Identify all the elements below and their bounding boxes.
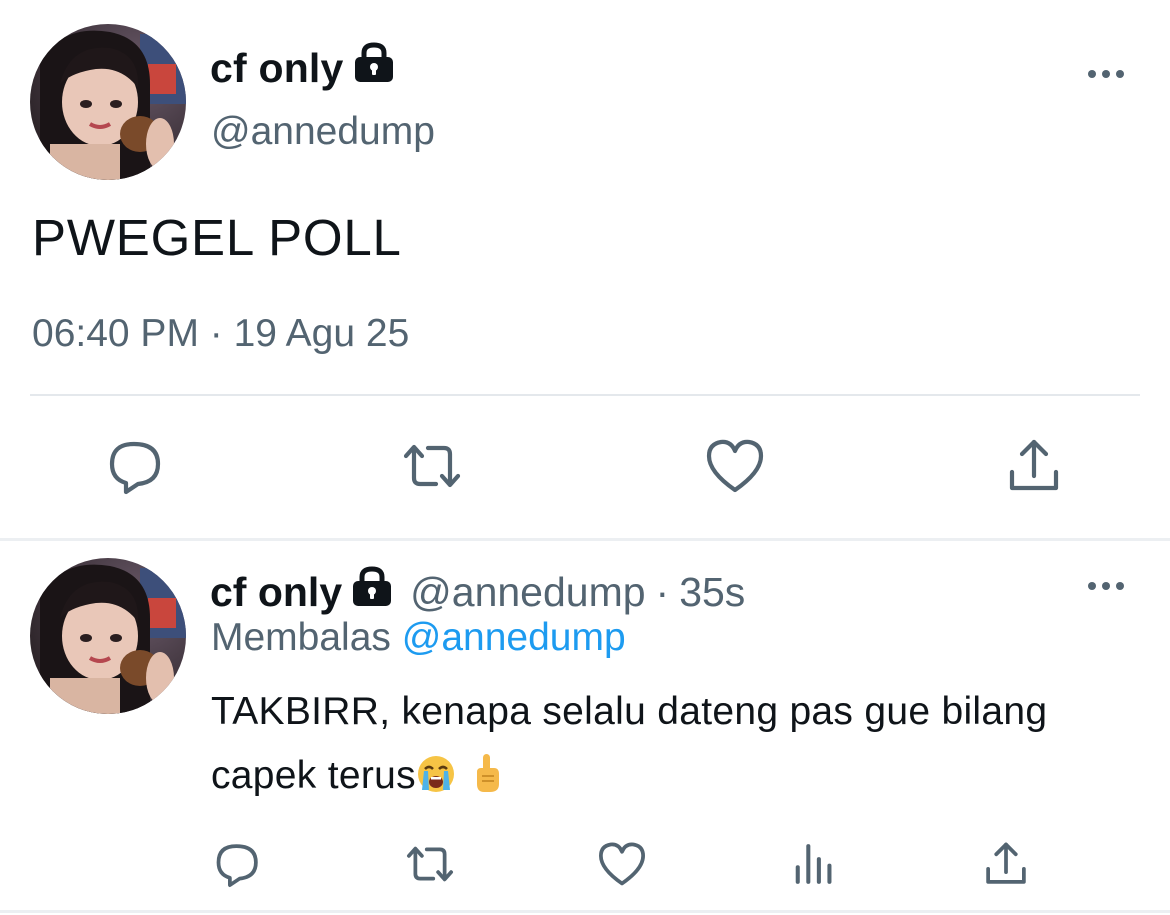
avatar[interactable] xyxy=(30,558,186,714)
retweet-icon[interactable] xyxy=(400,434,464,498)
reply-text-block: TAKBIRR, kenapa selalu dateng pas gue bi… xyxy=(211,680,1151,814)
timestamp[interactable]: 06:40 PM · 19 Agu 25 xyxy=(32,312,409,356)
handle[interactable]: @annedump xyxy=(410,569,645,616)
reply-text: TAKBIRR, kenapa selalu dateng pas gue bi… xyxy=(211,690,1048,797)
display-name[interactable]: cf only xyxy=(210,569,342,616)
replying-to-link[interactable]: @annedump xyxy=(402,616,626,659)
pointing-up-emoji xyxy=(472,750,502,814)
separator: · xyxy=(655,568,670,615)
replying-prefix: Membalas xyxy=(211,616,391,659)
lock-icon xyxy=(350,566,394,618)
more-icon[interactable] xyxy=(1086,62,1126,86)
views-icon[interactable] xyxy=(788,838,840,890)
heart-icon[interactable] xyxy=(596,838,648,890)
reply-icon[interactable] xyxy=(104,434,168,498)
reply-icon[interactable] xyxy=(212,838,264,890)
handle[interactable]: @annedump xyxy=(211,110,435,154)
timestamp[interactable]: 35s xyxy=(679,569,745,616)
loudly-crying-face-emoji xyxy=(416,750,456,814)
heart-icon[interactable] xyxy=(703,434,767,498)
share-icon[interactable] xyxy=(1002,434,1066,498)
retweet-icon[interactable] xyxy=(404,838,456,890)
divider xyxy=(0,538,1170,541)
replying-to: Membalas @annedump xyxy=(211,616,626,660)
display-name-text: cf only xyxy=(210,44,344,91)
tweet-text: PWEGEL POLL xyxy=(32,209,402,266)
display-name[interactable]: cf only xyxy=(210,42,396,94)
lock-icon xyxy=(352,42,396,94)
share-icon[interactable] xyxy=(980,838,1032,890)
divider xyxy=(30,394,1140,396)
more-icon[interactable] xyxy=(1086,574,1126,598)
avatar[interactable] xyxy=(30,24,186,180)
divider xyxy=(0,910,1170,913)
reply-header: cf only @annedump · 35s xyxy=(210,566,745,618)
